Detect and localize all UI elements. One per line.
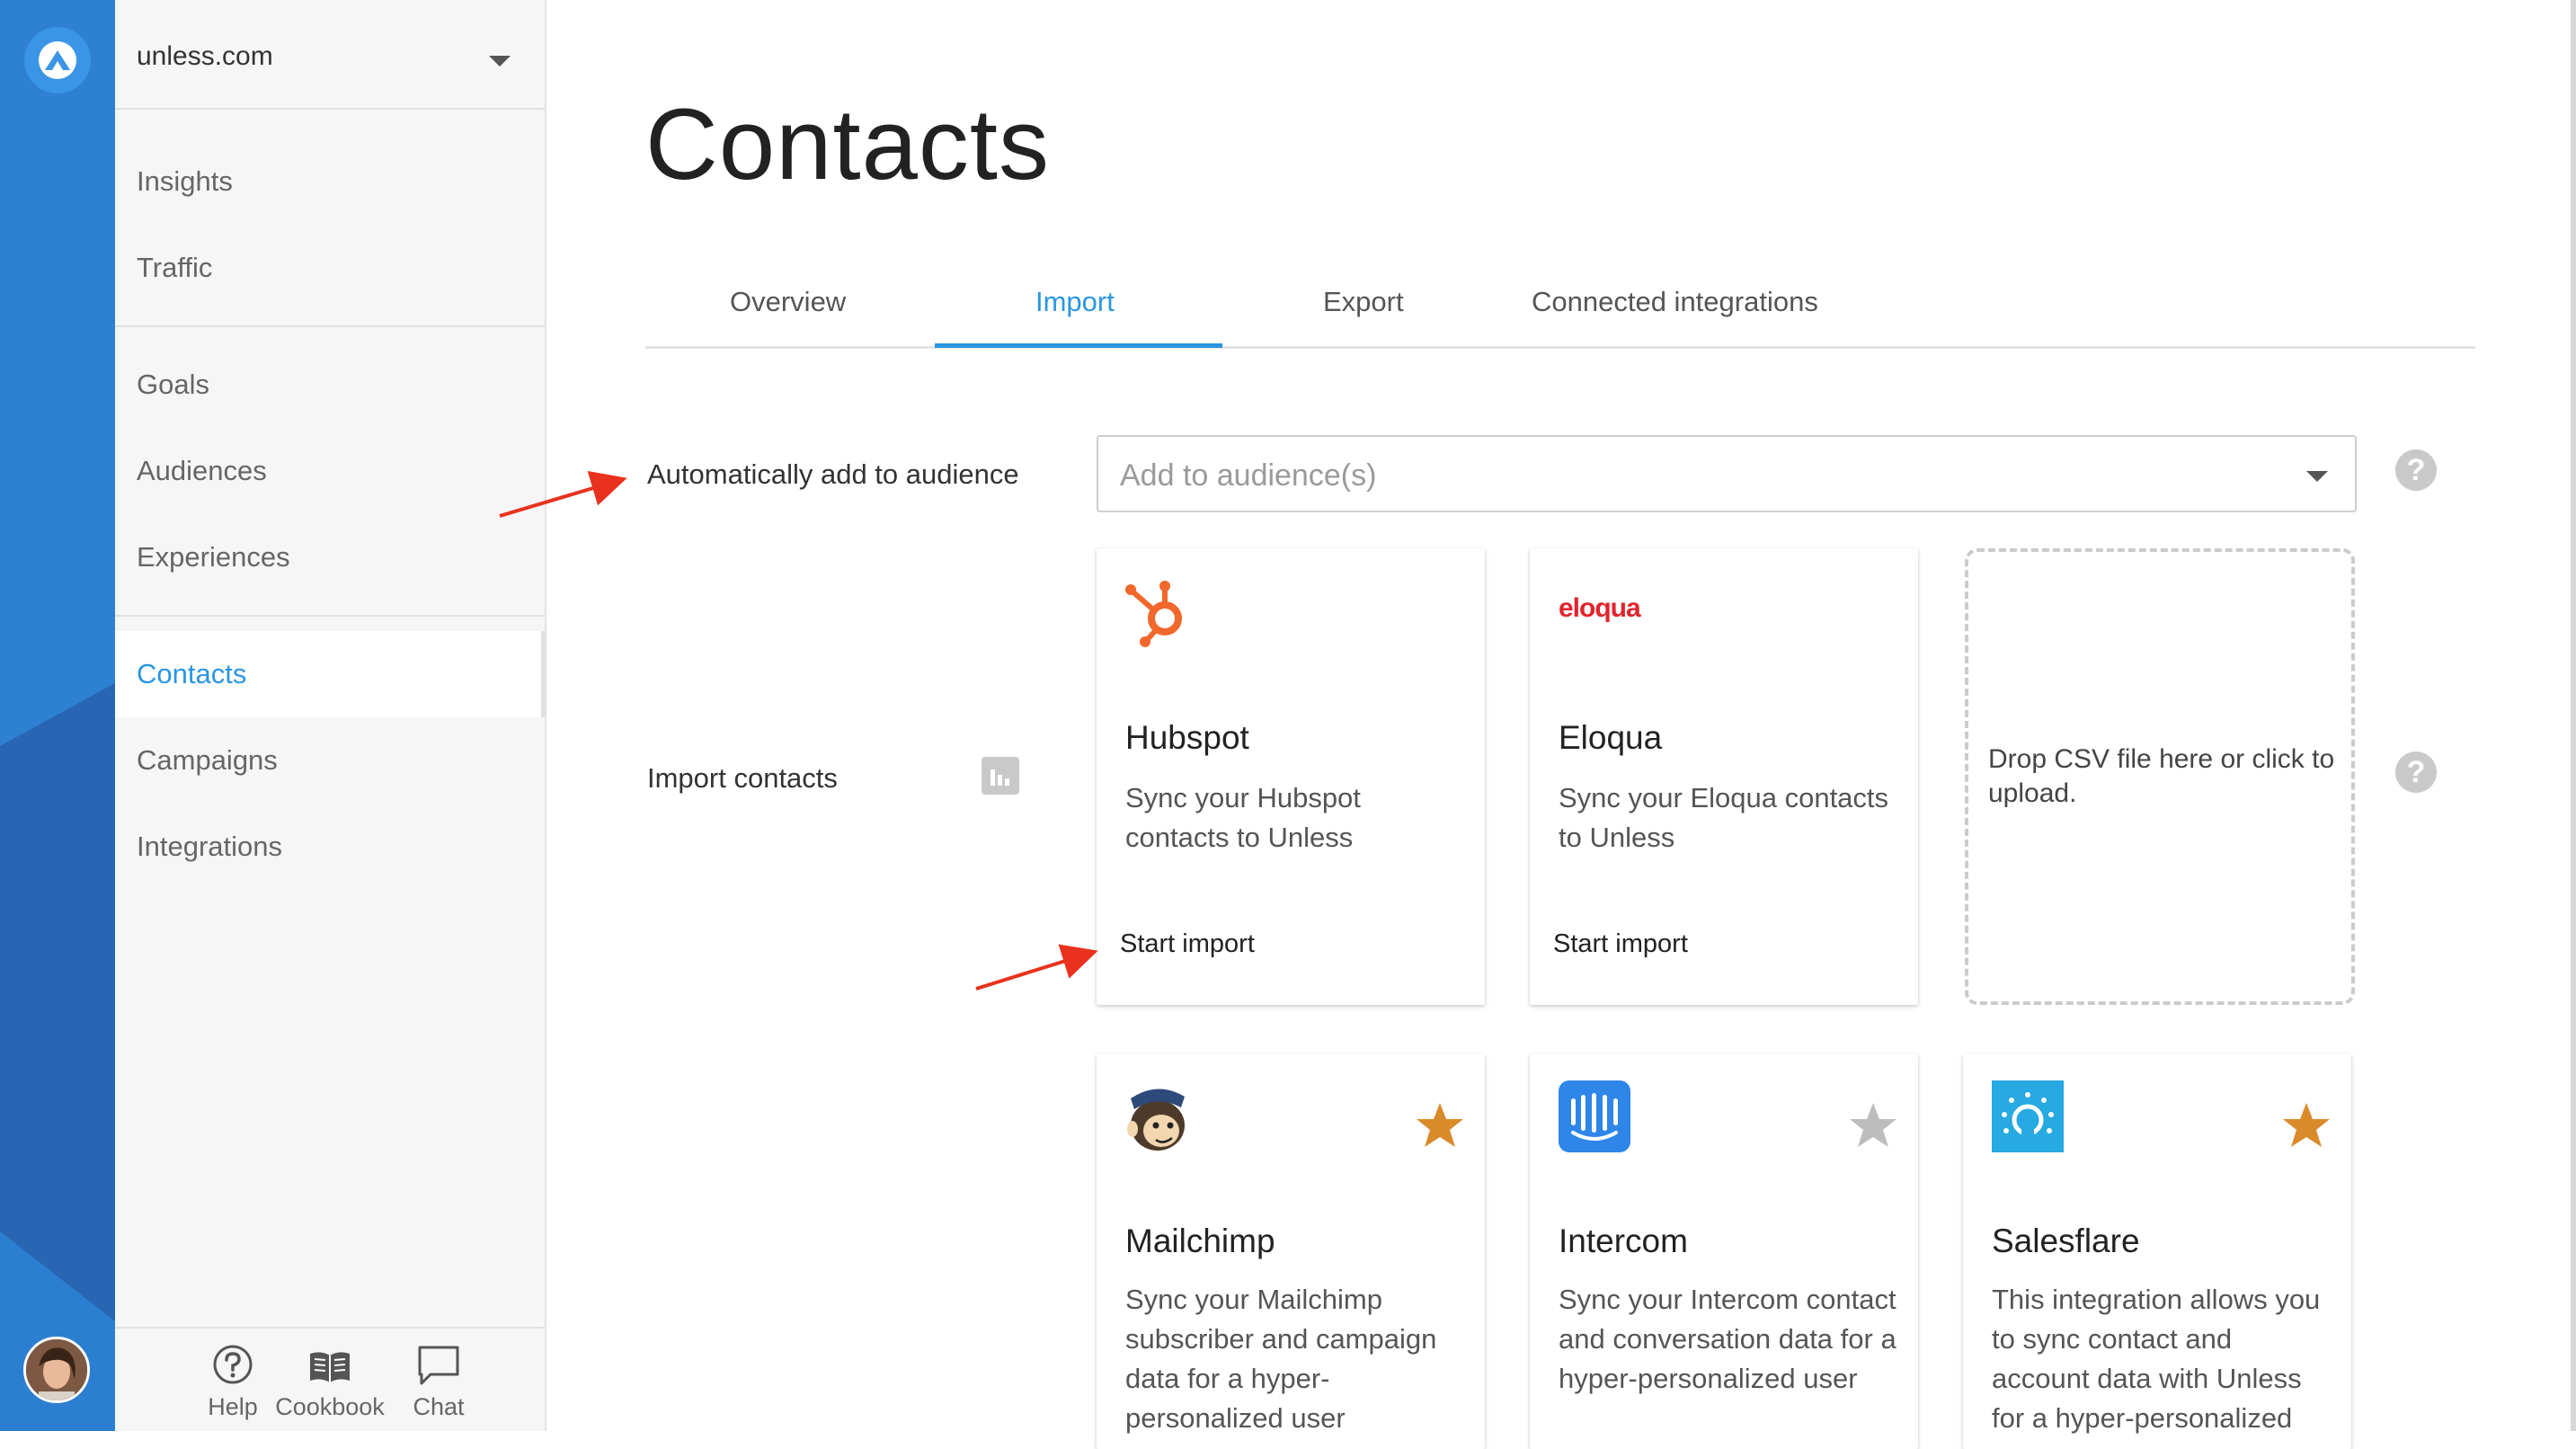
card-description: Sync your Intercom contact and conversat… (1559, 1284, 1896, 1394)
card-title: Intercom (1559, 1222, 1688, 1259)
tab-import[interactable]: Import (1035, 286, 1115, 318)
sidebar-item-campaigns[interactable]: Campaigns (115, 717, 545, 804)
salesflare-logo-icon (1992, 1080, 2064, 1152)
hubspot-start-import-button[interactable]: Start import (1120, 929, 1255, 959)
page-title: Contacts (645, 88, 1050, 200)
hubspot-logo-icon (1125, 581, 1182, 647)
tab-export[interactable]: Export (1323, 286, 1404, 318)
chevron-down-icon (2306, 471, 2328, 482)
sidebar-divider (115, 615, 545, 617)
app-rail (0, 0, 115, 1431)
sidebar-divider (115, 325, 545, 327)
mailchimp-logo-icon (1127, 1089, 1185, 1151)
sidebar-item-label: Campaigns (137, 744, 278, 776)
bar-chart-icon[interactable] (982, 757, 1019, 795)
chat-bubble-icon (418, 1346, 459, 1385)
star-icon[interactable] (2281, 1100, 2332, 1151)
card-title: Salesflare (1992, 1222, 2140, 1259)
annotation-arrow (975, 944, 1098, 991)
card-description: Sync your Mailchimp subscriber and campa… (1125, 1284, 1437, 1434)
sidebar-item-label: Experiences (137, 541, 290, 573)
card-description: This integration allows you to sync cont… (1992, 1284, 2321, 1434)
app-logo-icon[interactable] (24, 27, 91, 93)
intercom-logo-icon (1559, 1080, 1630, 1152)
sidebar-item-contacts[interactable]: Contacts (115, 631, 546, 717)
sidebar-item-label: Audiences (137, 455, 267, 486)
chevron-down-icon (489, 56, 511, 67)
salesflare-card[interactable]: Salesflare This integration allows you t… (1963, 1053, 2351, 1449)
card-title: Mailchimp (1125, 1222, 1275, 1259)
hubspot-card[interactable]: Hubspot Sync your Hubspot contacts to Un… (1097, 548, 1485, 1005)
help-icon[interactable]: ? (2395, 751, 2437, 793)
audience-label: Automatically add to audience (647, 458, 1019, 490)
star-icon[interactable] (1848, 1100, 1898, 1151)
sidebar-footer: Help Cookbook Chat (115, 1327, 545, 1431)
help-circle-icon (213, 1345, 253, 1384)
intercom-card[interactable]: Intercom Sync your Intercom contact and … (1530, 1053, 1918, 1449)
card-description: Sync your Eloqua contacts to Unless (1559, 782, 1889, 853)
sidebar-item-audiences[interactable]: Audiences (115, 428, 545, 514)
tab-connected-integrations[interactable]: Connected integrations (1532, 286, 1818, 318)
user-avatar[interactable] (23, 1337, 90, 1403)
rail-background (0, 683, 115, 1431)
tab-bar: Overview Import Export Connected integra… (645, 270, 2475, 349)
card-title: Hubspot (1125, 719, 1249, 756)
card-description: Sync your Hubspot contacts to Unless (1125, 782, 1361, 853)
audience-select[interactable]: Add to audience(s) (1097, 435, 2357, 512)
eloqua-start-import-button[interactable]: Start import (1553, 929, 1688, 959)
audience-select-placeholder: Add to audience(s) (1120, 458, 1377, 493)
sidebar-item-integrations[interactable]: Integrations (115, 804, 545, 890)
sidebar-item-label: Insights (137, 165, 233, 197)
sidebar: unless.com Insights Traffic Goals Audien… (115, 0, 546, 1431)
sidebar-item-label: Contacts (137, 658, 247, 689)
sidebar-item-traffic[interactable]: Traffic (115, 225, 545, 311)
help-icon[interactable]: ? (2395, 449, 2437, 491)
mailchimp-card[interactable]: Mailchimp Sync your Mailchimp subscriber… (1097, 1053, 1485, 1449)
book-icon (310, 1352, 350, 1382)
star-icon[interactable] (1415, 1100, 1465, 1151)
tab-overview[interactable]: Overview (730, 286, 846, 318)
cookbook-button[interactable]: Cookbook (262, 1343, 397, 1429)
eloqua-logo: eloqua (1559, 593, 1641, 623)
window-edge (2571, 0, 2576, 1431)
sidebar-item-label: Integrations (137, 831, 282, 862)
sidebar-item-experiences[interactable]: Experiences (115, 514, 545, 600)
sidebar-item-goals[interactable]: Goals (115, 342, 545, 428)
active-tab-indicator (935, 343, 1222, 348)
csv-dropzone[interactable]: Drop CSV file here or click to upload. (1965, 548, 2355, 1005)
chat-label: Chat (413, 1393, 465, 1420)
card-title: Eloqua (1559, 719, 1663, 756)
chat-button[interactable]: Chat (385, 1343, 493, 1429)
cookbook-label: Cookbook (275, 1393, 385, 1420)
dropzone-text: Drop CSV file here or click to upload. (1988, 744, 2335, 808)
import-contacts-label: Import contacts (647, 762, 838, 794)
sidebar-item-insights[interactable]: Insights (115, 138, 545, 225)
workspace-selector[interactable]: unless.com (115, 0, 545, 110)
eloqua-card[interactable]: eloqua Eloqua Sync your Eloqua contacts … (1530, 548, 1918, 1005)
sidebar-item-label: Traffic (137, 252, 213, 283)
workspace-name: unless.com (137, 41, 273, 71)
sidebar-item-label: Goals (137, 369, 209, 400)
